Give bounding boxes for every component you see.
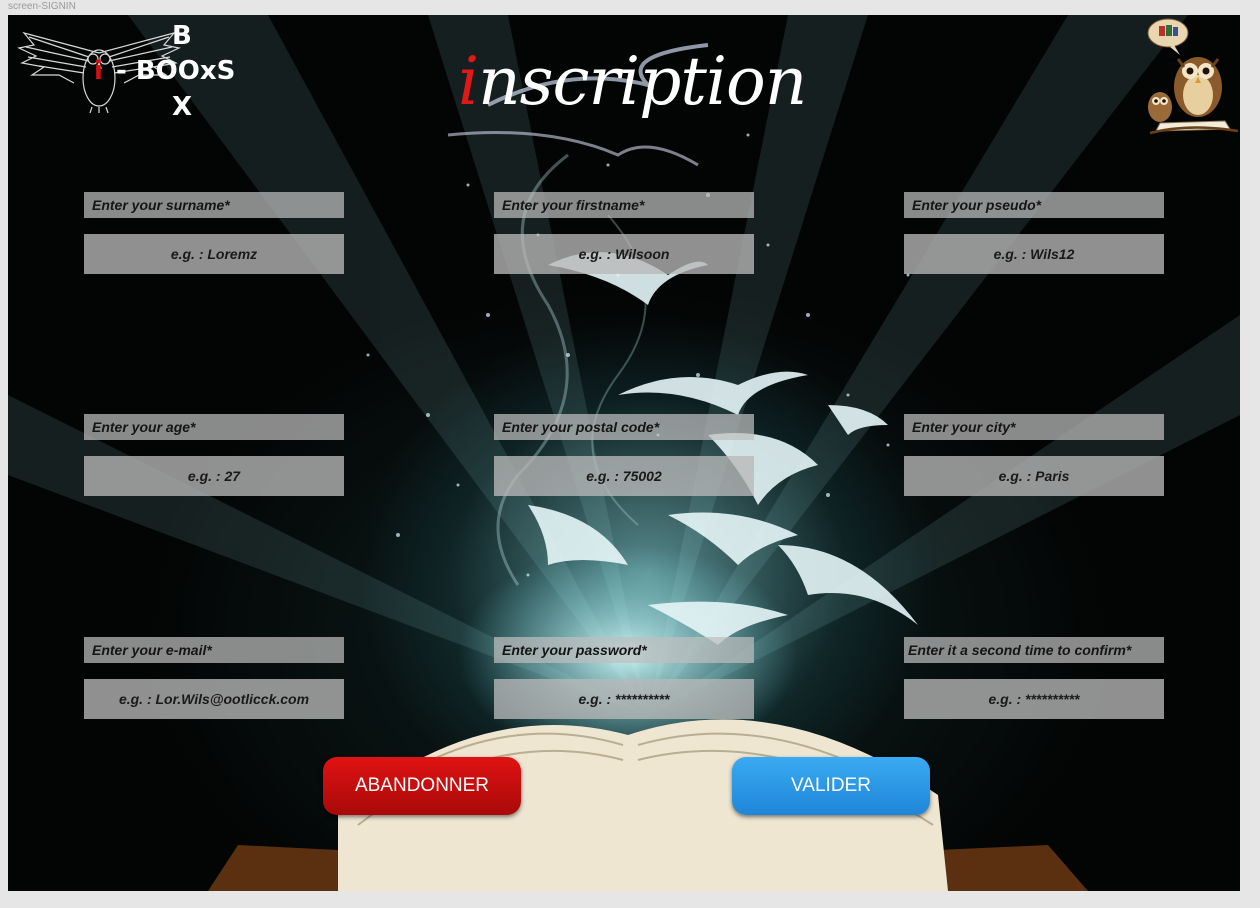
confirm-password-input[interactable] [904,679,1164,719]
logo-letter-b: B [172,21,192,51]
confirm-password-label: Enter it a second time to confirm* [904,637,1164,663]
pseudo-label: Enter your pseudo* [904,192,1164,218]
email-input[interactable] [84,679,344,719]
logo-wordmark: - BOOxS [116,56,236,86]
password-label: Enter your password* [494,637,754,663]
page-title: inscription [458,49,807,115]
age-label: Enter your age* [84,414,344,440]
owl-reading-icon [1147,18,1239,135]
signup-screen: B i - BOOxS X inscription Enter your sur… [8,15,1240,891]
screen-label: screen-SIGNIN [8,1,76,12]
email-label: Enter your e-mail* [84,637,344,663]
firstname-input[interactable] [494,234,754,274]
magic-book-background [8,15,1240,891]
logo-letter-x: X [172,92,193,122]
app-logo[interactable]: B i - BOOxS X [8,15,248,125]
pseudo-input[interactable] [904,234,1164,274]
logo-letter-i: i [94,56,103,86]
page-title-first-letter: i [458,43,479,120]
postal-code-label: Enter your postal code* [494,414,754,440]
cancel-button[interactable]: ABANDONNER [323,757,521,815]
submit-button[interactable]: VALIDER [732,757,930,815]
postal-code-input[interactable] [494,456,754,496]
surname-input[interactable] [84,234,344,274]
age-input[interactable] [84,456,344,496]
city-input[interactable] [904,456,1164,496]
city-label: Enter your city* [904,414,1164,440]
firstname-label: Enter your firstname* [494,192,754,218]
password-input[interactable] [494,679,754,719]
page-title-rest: nscription [478,43,807,120]
surname-label: Enter your surname* [84,192,344,218]
